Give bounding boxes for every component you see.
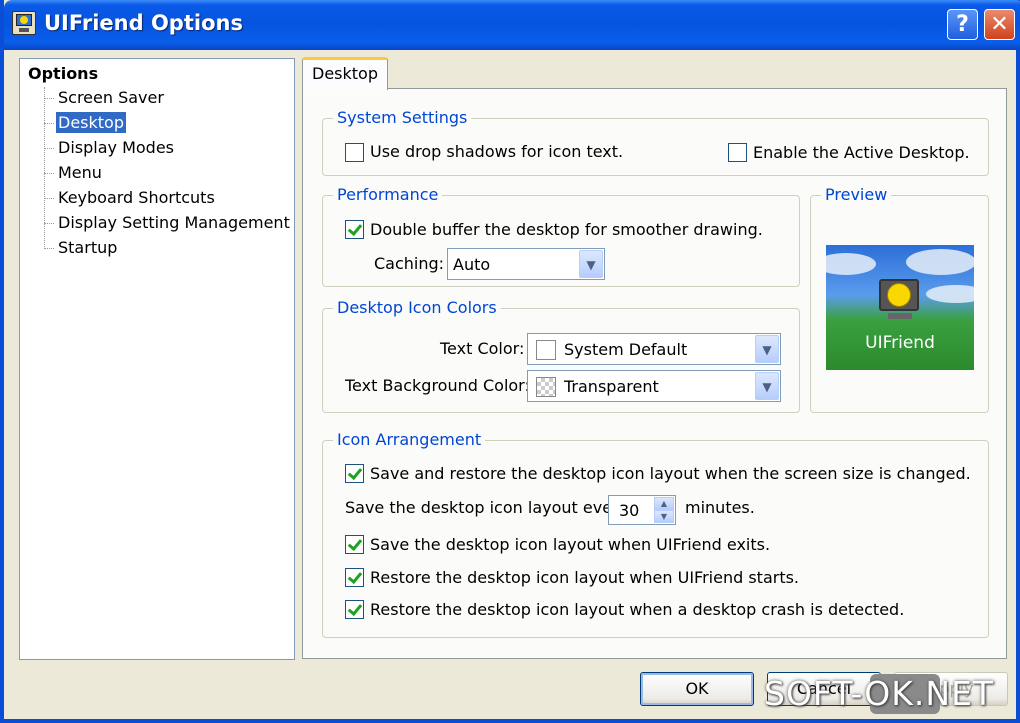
save-interval-stepper[interactable]: 30 ▲ ▼ xyxy=(608,495,676,525)
window-title: UIFriend Options xyxy=(44,11,243,35)
help-button[interactable]: ? xyxy=(947,9,978,40)
title-bar[interactable]: UIFriend Options ? ✕ xyxy=(4,0,1020,50)
text-color-label: Text Color: xyxy=(440,339,525,358)
bg-color-label: Text Background Color: xyxy=(345,376,530,395)
spin-down-icon[interactable]: ▼ xyxy=(654,510,674,523)
text-color-swatch xyxy=(536,340,556,360)
chevron-down-icon[interactable]: ▼ xyxy=(755,335,779,363)
restore-on-resize-checkbox[interactable] xyxy=(345,464,364,483)
tree-root-options[interactable]: Options xyxy=(28,64,98,83)
double-buffer-label[interactable]: Double buffer the desktop for smoother d… xyxy=(370,220,763,239)
caching-value: Auto xyxy=(453,255,491,274)
save-interval-value[interactable]: 30 xyxy=(619,501,639,520)
save-every-prefix: Save the desktop icon layout evey xyxy=(345,498,622,517)
transparent-swatch xyxy=(536,377,556,397)
preview-caption: UIFriend xyxy=(865,333,935,353)
caching-label: Caching: xyxy=(374,254,445,273)
desktop-preview-image: UIFriend xyxy=(826,245,974,370)
close-button[interactable]: ✕ xyxy=(984,9,1015,40)
performance-title: Performance xyxy=(333,185,443,204)
system-settings-title: System Settings xyxy=(333,108,472,127)
text-color-value: System Default xyxy=(564,340,688,359)
chevron-down-icon[interactable]: ▼ xyxy=(579,250,603,278)
caching-dropdown[interactable]: Auto ▼ xyxy=(447,248,605,280)
options-tree[interactable]: Options Screen Saver Desktop Display Mod… xyxy=(19,58,295,660)
active-desktop-checkbox[interactable] xyxy=(728,143,747,162)
drop-shadows-label[interactable]: Use drop shadows for icon text. xyxy=(370,142,623,161)
preview-title: Preview xyxy=(821,185,892,204)
tree-item-desktop[interactable]: Desktop xyxy=(44,112,126,133)
tree-item-keyboard-shortcuts[interactable]: Keyboard Shortcuts xyxy=(44,187,217,208)
restore-on-start-label[interactable]: Restore the desktop icon layout when UIF… xyxy=(370,568,799,587)
ok-button[interactable]: OK xyxy=(640,672,754,706)
restore-on-start-checkbox[interactable] xyxy=(345,568,364,587)
drop-shadows-checkbox[interactable] xyxy=(345,143,364,162)
restore-on-resize-label[interactable]: Save and restore the desktop icon layout… xyxy=(370,464,971,483)
spin-up-icon[interactable]: ▲ xyxy=(654,497,674,510)
tree-item-screen-saver[interactable]: Screen Saver xyxy=(44,87,166,108)
watermark-text: SOFT-OK.NET xyxy=(764,674,995,713)
monitor-smiley-icon xyxy=(879,279,919,311)
save-every-suffix: minutes. xyxy=(685,498,755,517)
tree-item-startup[interactable]: Startup xyxy=(43,237,119,258)
icon-colors-title: Desktop Icon Colors xyxy=(333,298,501,317)
chevron-down-icon[interactable]: ▼ xyxy=(755,372,779,400)
app-icon[interactable] xyxy=(12,11,36,35)
tree-item-display-setting-management[interactable]: Display Setting Management xyxy=(44,212,292,233)
bg-color-dropdown[interactable]: Transparent ▼ xyxy=(527,370,781,402)
tree-item-menu[interactable]: Menu xyxy=(44,162,104,183)
restore-on-crash-label[interactable]: Restore the desktop icon layout when a d… xyxy=(370,600,904,619)
double-buffer-checkbox[interactable] xyxy=(345,220,364,239)
tree-connector xyxy=(44,87,45,249)
text-color-dropdown[interactable]: System Default ▼ xyxy=(527,333,781,365)
save-on-exit-label[interactable]: Save the desktop icon layout when UIFrie… xyxy=(370,535,770,554)
restore-on-crash-checkbox[interactable] xyxy=(345,600,364,619)
icon-arrangement-title: Icon Arrangement xyxy=(333,430,486,449)
bg-color-value: Transparent xyxy=(564,377,659,396)
save-on-exit-checkbox[interactable] xyxy=(345,535,364,554)
options-window: UIFriend Options ? ✕ Options Screen Save… xyxy=(0,0,1020,723)
active-desktop-label[interactable]: Enable the Active Desktop. xyxy=(753,143,970,162)
tab-desktop[interactable]: Desktop xyxy=(302,57,388,90)
tree-item-display-modes[interactable]: Display Modes xyxy=(44,137,176,158)
